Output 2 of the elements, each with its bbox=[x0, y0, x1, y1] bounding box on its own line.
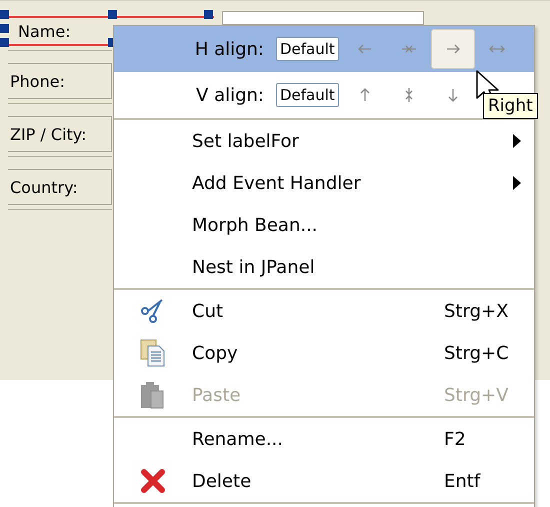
tooltip: Right bbox=[483, 93, 538, 119]
align-label: V align: bbox=[195, 84, 265, 106]
